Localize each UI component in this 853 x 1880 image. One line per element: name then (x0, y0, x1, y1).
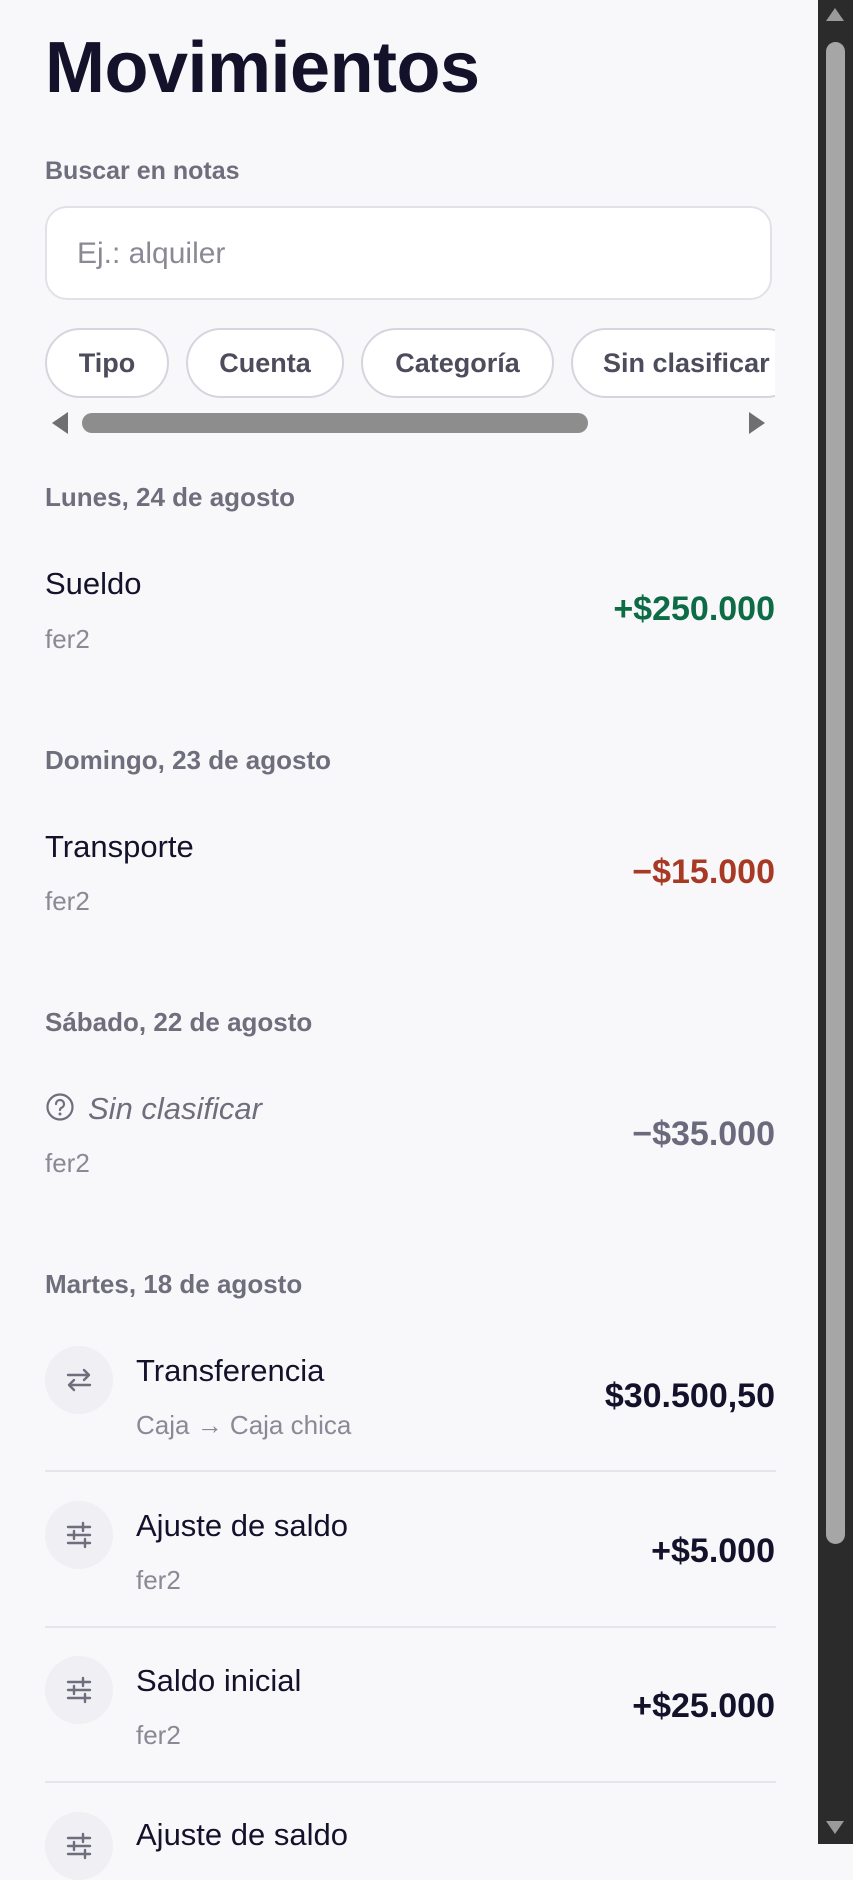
search-label: Buscar en notas (45, 157, 240, 185)
transaction-account: fer2 (45, 1148, 90, 1178)
sliders-icon (66, 1521, 92, 1549)
transaction-amount: −$35.000 (632, 1115, 775, 1153)
transaction-account: Caja → Caja chica (136, 1410, 352, 1440)
row-divider (45, 1470, 776, 1472)
transaction-title[interactable]: Sueldo (45, 566, 142, 602)
transaction-title[interactable]: Ajuste de saldo (136, 1817, 348, 1853)
movements-page: Movimientos Buscar en notas Tipo Cuenta … (0, 0, 818, 1880)
filter-chips: Tipo Cuenta Categoría Sin clasificar (45, 328, 775, 400)
date-header: Lunes, 24 de agosto (45, 482, 295, 512)
transaction-amount: +$250.000 (613, 590, 775, 628)
sliders-icon (66, 1676, 92, 1704)
date-header: Sábado, 22 de agosto (45, 1007, 313, 1037)
vertical-scrollbar[interactable] (818, 0, 853, 1844)
transaction-title[interactable]: Sin clasificar (88, 1091, 262, 1127)
date-header: Domingo, 23 de agosto (45, 745, 332, 775)
transaction-amount: $30.500,50 (604, 1377, 775, 1415)
scroll-up-arrow-icon[interactable] (826, 8, 844, 21)
date-header: Martes, 18 de agosto (45, 1269, 303, 1299)
initial-balance-icon-badge (45, 1656, 113, 1724)
vertical-scrollbar-thumb[interactable] (826, 42, 845, 1544)
adjustment-icon-badge (45, 1501, 113, 1569)
transfer-icon-badge (45, 1346, 113, 1414)
question-circle-icon (46, 1093, 74, 1121)
row-divider (45, 1626, 776, 1628)
transaction-account: fer2 (136, 1720, 181, 1750)
transaction-amount: −$15.000 (632, 853, 775, 891)
transaction-title[interactable]: Ajuste de saldo (136, 1508, 348, 1544)
transaction-account: fer2 (136, 1565, 181, 1595)
transaction-account: fer2 (45, 886, 90, 916)
filter-chip-cuenta[interactable]: Cuenta (186, 328, 344, 398)
transaction-amount: +$5.000 (651, 1532, 775, 1570)
adjustment-icon-badge (45, 1812, 113, 1880)
search-input[interactable] (75, 208, 739, 300)
filter-chip-tipo[interactable]: Tipo (45, 328, 169, 398)
filter-chip-categoria[interactable]: Categoría (361, 328, 554, 398)
filter-chip-sin-clasificar[interactable]: Sin clasificar (571, 328, 775, 398)
transaction-account: fer2 (45, 624, 90, 654)
row-divider (45, 1781, 776, 1783)
horizontal-scrollbar-thumb[interactable] (82, 413, 588, 433)
transaction-amount: +$25.000 (632, 1687, 775, 1725)
scroll-left-arrow-icon[interactable] (52, 412, 68, 434)
page-title: Movimientos (45, 28, 480, 108)
sliders-icon (66, 1832, 92, 1860)
transaction-title[interactable]: Transporte (45, 829, 194, 865)
transaction-title[interactable]: Saldo inicial (136, 1663, 301, 1699)
transaction-title[interactable]: Transferencia (136, 1353, 324, 1389)
scroll-down-arrow-icon[interactable] (826, 1821, 844, 1834)
scroll-right-arrow-icon[interactable] (749, 412, 765, 434)
search-box[interactable] (45, 206, 772, 300)
transfer-arrows-icon (66, 1368, 92, 1392)
